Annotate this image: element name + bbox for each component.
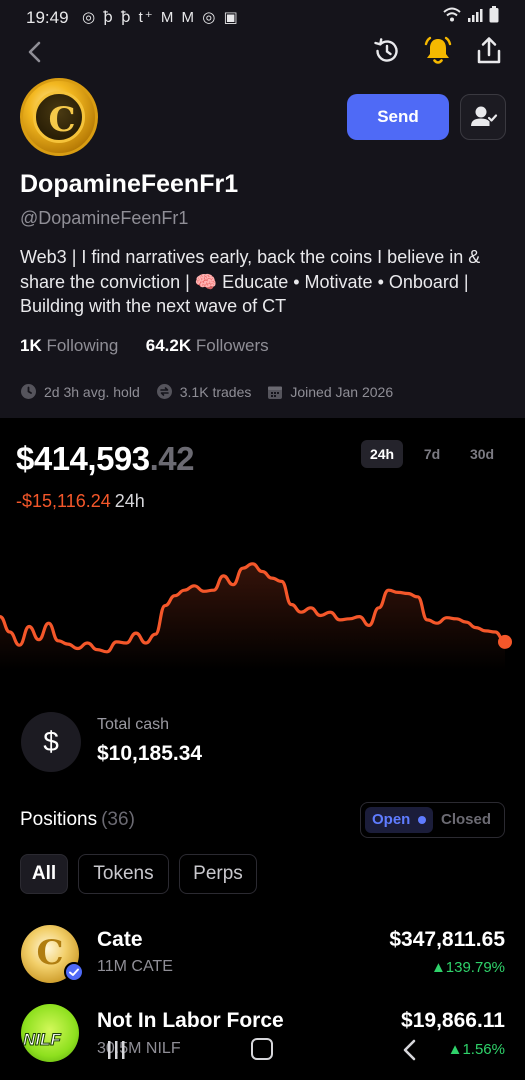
- trades-text: 3.1K trades: [179, 383, 252, 400]
- balance-change: -$15,116.24 24h: [16, 491, 145, 512]
- position-change: ▲139.79%: [430, 959, 505, 976]
- cash-value: $10,185.34: [97, 742, 203, 765]
- followers-link[interactable]: 64.2K Followers: [146, 336, 269, 355]
- open-label: Open: [372, 811, 411, 828]
- followers-label: Followers: [195, 336, 269, 355]
- change-period: 24h: [114, 491, 145, 511]
- positions-count: (36): [101, 809, 135, 830]
- calendar-icon: [268, 386, 283, 399]
- positions-label: Positions: [20, 809, 98, 830]
- signal-icon: [468, 8, 483, 22]
- position-name[interactable]: Cate: [97, 928, 143, 952]
- portfolio-balance: $414,593.42: [16, 440, 195, 478]
- timeframe-tabs: 24h 7d 30d: [361, 440, 511, 468]
- recent-apps-icon[interactable]: [104, 1038, 128, 1062]
- profile-bio: Web3 | I find narratives early, back the…: [20, 247, 481, 316]
- position-amount: 11M CATE: [97, 958, 173, 975]
- stat-avg-hold: 2d 3h avg. hold: [20, 383, 140, 400]
- battery-icon: [489, 6, 499, 23]
- share-icon[interactable]: [474, 35, 504, 67]
- closed-tab[interactable]: Closed: [441, 807, 491, 833]
- chart-area: [0, 563, 505, 670]
- following-count: 1K: [20, 336, 42, 355]
- profile-handle: @DopamineFeenFr1: [20, 208, 189, 228]
- system-back-icon[interactable]: [399, 1038, 421, 1062]
- follow-counts: 1K Following 64.2K Followers: [20, 336, 269, 356]
- cash-label: Total cash: [97, 716, 170, 733]
- following-label: Following: [46, 336, 119, 355]
- following-link[interactable]: 1K Following: [20, 336, 118, 355]
- tab-24h[interactable]: 24h: [361, 440, 403, 468]
- open-tab[interactable]: Open: [365, 807, 433, 833]
- cash-icon: $: [21, 712, 81, 772]
- user-check-icon: [471, 106, 498, 126]
- profile-avatar[interactable]: C: [20, 78, 98, 156]
- system-nav-bar: [0, 1030, 525, 1080]
- profile-stats: 2d 3h avg. hold 3.1K trades Joined Jan 2…: [20, 383, 409, 400]
- open-indicator-dot: [418, 816, 426, 824]
- positions-title: Positions (36): [20, 809, 135, 831]
- portfolio-chart[interactable]: [0, 530, 525, 670]
- stat-trades: 3.1K trades: [156, 383, 252, 400]
- display-name: DopamineFeenFr1: [20, 170, 239, 198]
- avg-hold-text: 2d 3h avg. hold: [44, 383, 140, 400]
- balance-main: $414,593: [16, 440, 150, 477]
- chart-end-point: [498, 634, 512, 649]
- status-time: 19:49: [26, 8, 69, 27]
- avatar-emblem: C: [33, 91, 85, 143]
- status-right-icons: [443, 6, 499, 23]
- avatar-c-logo: C: [48, 100, 76, 140]
- home-icon[interactable]: [251, 1038, 273, 1060]
- joined-text: Joined Jan 2026: [290, 383, 394, 400]
- send-button[interactable]: Send: [347, 94, 449, 140]
- wifi-icon: [443, 7, 461, 21]
- notification-icons: ◎ ꝥ ꝥ t⁺ M M ◎ ▣: [82, 9, 240, 26]
- stat-joined: Joined Jan 2026: [267, 384, 393, 400]
- balance-cents: .42: [149, 440, 195, 477]
- status-bar: 19:49 ◎ ꝥ ꝥ t⁺ M M ◎ ▣: [0, 0, 525, 34]
- position-value: $347,811.65: [389, 928, 505, 951]
- follow-button[interactable]: [460, 94, 506, 140]
- tab-7d[interactable]: 7d: [417, 440, 447, 468]
- filter-all[interactable]: All: [20, 854, 68, 894]
- open-closed-toggle: Open Closed: [360, 802, 505, 838]
- back-icon[interactable]: [22, 38, 50, 66]
- followers-count: 64.2K: [145, 336, 192, 355]
- tab-30d[interactable]: 30d: [463, 440, 501, 468]
- verified-badge-icon: [64, 962, 84, 982]
- change-value: -$15,116.24: [16, 491, 111, 511]
- filter-perps[interactable]: Perps: [179, 854, 257, 894]
- clock-icon: [21, 384, 36, 399]
- history-icon[interactable]: [372, 36, 402, 66]
- bell-icon[interactable]: [423, 35, 453, 67]
- trades-icon: [156, 384, 172, 399]
- filter-tokens[interactable]: Tokens: [78, 854, 169, 894]
